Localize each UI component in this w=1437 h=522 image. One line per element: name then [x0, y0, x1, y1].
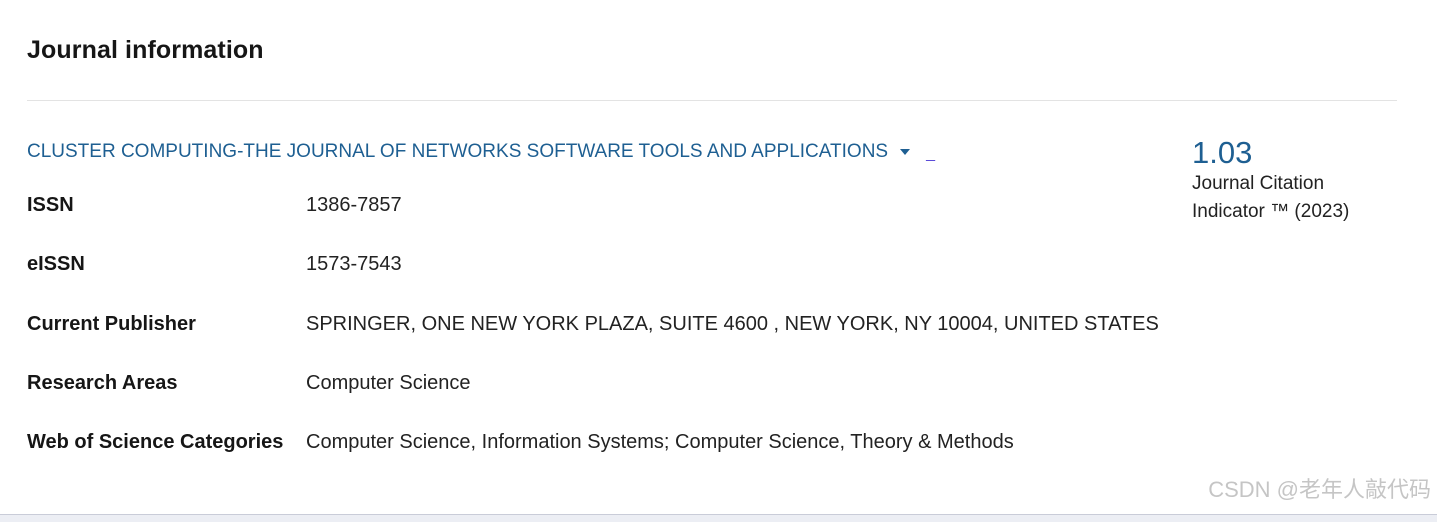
detail-row-publisher: Current Publisher SPRINGER, ONE NEW YORK…: [27, 313, 1159, 336]
detail-label: Research Areas: [27, 372, 178, 394]
bottom-strip: [0, 514, 1437, 522]
jci-label-line2: Indicator ™ (2023): [1192, 201, 1350, 222]
jci-value: 1.03: [1192, 135, 1253, 170]
journal-title-link[interactable]: CLUSTER COMPUTING-THE JOURNAL OF NETWORK…: [27, 141, 935, 163]
divider: [27, 100, 1397, 101]
detail-label: Current Publisher: [27, 313, 196, 335]
journal-link-mark: _: [926, 145, 935, 162]
detail-value: Computer Science, Information Systems; C…: [306, 431, 1014, 453]
journal-title-text: CLUSTER COMPUTING-THE JOURNAL OF NETWORK…: [27, 141, 889, 162]
journal-citation-indicator: 1.03 Journal Citation Indicator ™ (2023): [1192, 134, 1392, 228]
detail-value: SPRINGER, ONE NEW YORK PLAZA, SUITE 4600…: [306, 313, 1159, 335]
watermark: CSDN @老年人敲代码: [1208, 477, 1431, 502]
detail-value: 1386-7857: [306, 194, 402, 216]
detail-row-wos-categories: Web of Science Categories Computer Scien…: [27, 431, 1014, 454]
detail-value: Computer Science: [306, 372, 471, 394]
section-title: Journal information: [27, 36, 264, 64]
detail-label: Web of Science Categories: [27, 431, 284, 453]
detail-row-issn: ISSN 1386-7857: [27, 194, 402, 217]
detail-row-research-areas: Research Areas Computer Science: [27, 372, 471, 395]
caret-down-icon[interactable]: [900, 149, 911, 155]
detail-label: ISSN: [27, 194, 74, 216]
detail-value: 1573-7543: [306, 253, 402, 275]
detail-row-eissn: eISSN 1573-7543: [27, 253, 402, 276]
journal-information-card: Journal information CLUSTER COMPUTING-TH…: [0, 0, 1437, 514]
detail-label: eISSN: [27, 253, 85, 275]
